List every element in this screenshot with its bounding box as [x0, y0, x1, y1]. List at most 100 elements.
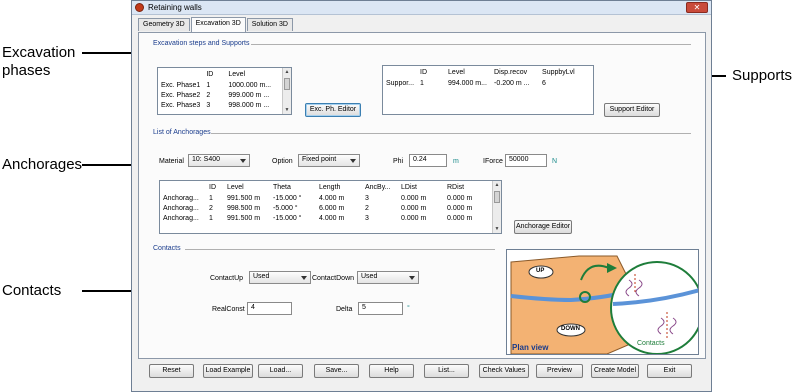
anch-col-level: Level	[227, 183, 244, 191]
anchorages-header-row: ID Level Theta Length AncBy... LDist RDi…	[160, 181, 475, 193]
anch-col-theta: Theta	[273, 183, 291, 191]
anchorages-group-title: List of Anchorages	[153, 129, 211, 136]
anch-col-name	[160, 181, 206, 193]
option-select[interactable]: Fixed point	[298, 154, 360, 167]
anchorage-cell: 4.000 m	[319, 194, 345, 202]
anch-col-length: Length	[319, 183, 341, 191]
phases-col-level: Level	[228, 70, 246, 78]
anchorage-cell: 3	[365, 214, 369, 222]
support-editor-button[interactable]: Support Editor	[604, 103, 660, 117]
contacts-group-line	[185, 249, 495, 250]
anch-col-id: ID	[209, 183, 216, 191]
iforce-input[interactable]: 50000	[505, 154, 547, 167]
scroll-up-icon[interactable]: ▲	[493, 181, 501, 189]
support-row[interactable]: Suppor... 1 994.000 m... -0.200 m ... 6	[383, 78, 578, 88]
phases-col-name	[158, 68, 203, 80]
plan-view-image: UP DOWN Contacts Plan view	[506, 249, 699, 355]
anchorages-scrollbar[interactable]: ▲ ▼	[492, 181, 501, 233]
anchorage-cell: Anchorag...	[163, 204, 199, 212]
option-value: Fixed point	[302, 156, 337, 163]
phases-grid[interactable]: ID Level Exc. Phase1 1 1000.000 m... Exc…	[157, 67, 292, 115]
phase-row[interactable]: Exc. Phase3 3 998.000 m ...	[158, 100, 274, 110]
chevron-down-icon	[240, 159, 246, 163]
anchorage-cell: 0.000 m	[401, 214, 427, 222]
up-label: UP	[536, 268, 545, 274]
phi-label: Phi	[393, 158, 404, 165]
callout-excavation-line1: Excavation	[2, 44, 76, 61]
iforce-unit: N	[552, 158, 558, 165]
realconst-input[interactable]: 4	[247, 302, 292, 315]
anchorage-cell: 0.000 m	[447, 204, 473, 212]
supports-col-id: ID	[420, 68, 428, 76]
callout-excavation-phases: Excavation phases	[2, 44, 75, 80]
check-values-button[interactable]: Check Values	[479, 364, 529, 378]
app-window: Retaining walls ✕ Geometry 3D Excavation…	[131, 0, 712, 392]
scroll-down-icon[interactable]: ▼	[283, 106, 291, 114]
supports-grid[interactable]: ID Level Disp.recov SuppbyLvl Suppor... …	[382, 65, 594, 115]
phases-col-id: ID	[206, 70, 214, 78]
phase-row[interactable]: Exc. Phase2 2 999.000 m ...	[158, 90, 274, 100]
realconst-label: RealConst	[212, 306, 245, 313]
phi-unit: m	[453, 158, 459, 165]
anchorage-row[interactable]: Anchorag... 1 991.500 m -15.000 ° 4.000 …	[160, 213, 475, 223]
help-button[interactable]: Help	[369, 364, 414, 378]
reset-button[interactable]: Reset	[149, 364, 194, 378]
anchorages-grid[interactable]: ID Level Theta Length AncBy... LDist RDi…	[159, 180, 502, 234]
create-model-button[interactable]: Create Model	[591, 364, 639, 378]
contact-up-value: Used	[253, 273, 270, 280]
chevron-down-icon	[350, 159, 356, 163]
phase-cell: 998.000 m ...	[228, 101, 270, 109]
material-select[interactable]: 10: S400	[188, 154, 250, 167]
anch-col-ancby: AncBy...	[365, 183, 391, 191]
plan-view-title: Plan view	[512, 343, 549, 352]
anchorage-cell: Anchorag...	[163, 194, 199, 202]
load-button[interactable]: Load...	[258, 364, 303, 378]
phase-row[interactable]: Exc. Phase1 1 1000.000 m...	[158, 80, 274, 90]
anchorage-cell: 2	[209, 204, 213, 212]
supports-col-suppbylvl: SuppbyLvl	[542, 68, 575, 76]
phases-header-row: ID Level	[158, 68, 274, 80]
contact-up-select[interactable]: Used	[249, 271, 311, 284]
tab-geometry-3d[interactable]: Geometry 3D	[138, 18, 190, 31]
delta-input[interactable]: 5	[358, 302, 403, 315]
scroll-up-icon[interactable]: ▲	[283, 68, 291, 76]
close-button[interactable]: ✕	[686, 2, 708, 13]
scroll-thumb[interactable]	[284, 78, 290, 90]
anchorage-cell: 991.500 m	[227, 214, 261, 222]
tab-solution-3d[interactable]: Solution 3D	[246, 18, 293, 31]
excavation-group-title: Excavation steps and Supports	[153, 40, 250, 47]
anchorages-group-line	[211, 133, 691, 134]
tab-excavation-3d[interactable]: Excavation 3D	[190, 17, 246, 32]
anchorage-editor-button[interactable]: Anchorage Editor	[514, 220, 572, 234]
anchorage-cell: 1	[209, 214, 213, 222]
callout-contacts: Contacts	[2, 282, 62, 299]
anchorage-row[interactable]: Anchorag... 1 991.500 m -15.000 ° 4.000 …	[160, 193, 475, 203]
save-button[interactable]: Save...	[314, 364, 359, 378]
delta-unit: °	[407, 305, 410, 312]
callout-excavation-line2: phases	[2, 62, 51, 79]
title-bar: Retaining walls ✕	[132, 1, 711, 15]
list-button[interactable]: List...	[424, 364, 469, 378]
exit-button[interactable]: Exit	[647, 364, 692, 378]
phi-input[interactable]: 0.24	[409, 154, 447, 167]
contacts-zoom-label: Contacts	[637, 340, 665, 347]
support-cell: 994.000 m...	[448, 79, 487, 87]
iforce-label: IForce	[483, 158, 503, 165]
supports-col-level: Level	[448, 68, 465, 76]
chevron-down-icon	[409, 276, 415, 280]
chevron-down-icon	[301, 276, 307, 280]
scroll-thumb[interactable]	[494, 191, 500, 203]
anchorage-row[interactable]: Anchorag... 2 998.500 m -5.000 ° 6.000 m…	[160, 203, 475, 213]
supports-col-name	[383, 66, 417, 78]
phase-cell: 2	[206, 91, 211, 99]
load-example-button[interactable]: Load Example	[203, 364, 253, 378]
anchorage-cell: Anchorag...	[163, 214, 199, 222]
exc-phase-editor-button[interactable]: Exc. Ph. Editor	[305, 103, 361, 117]
preview-button[interactable]: Preview	[536, 364, 583, 378]
contact-down-select[interactable]: Used	[357, 271, 419, 284]
anchorage-cell: 0.000 m	[401, 204, 427, 212]
support-cell: Suppor...	[386, 79, 415, 87]
excavation-panel: Excavation steps and Supports ID Level E…	[138, 32, 706, 359]
phases-scrollbar[interactable]: ▲ ▼	[282, 68, 291, 114]
scroll-down-icon[interactable]: ▼	[493, 225, 501, 233]
